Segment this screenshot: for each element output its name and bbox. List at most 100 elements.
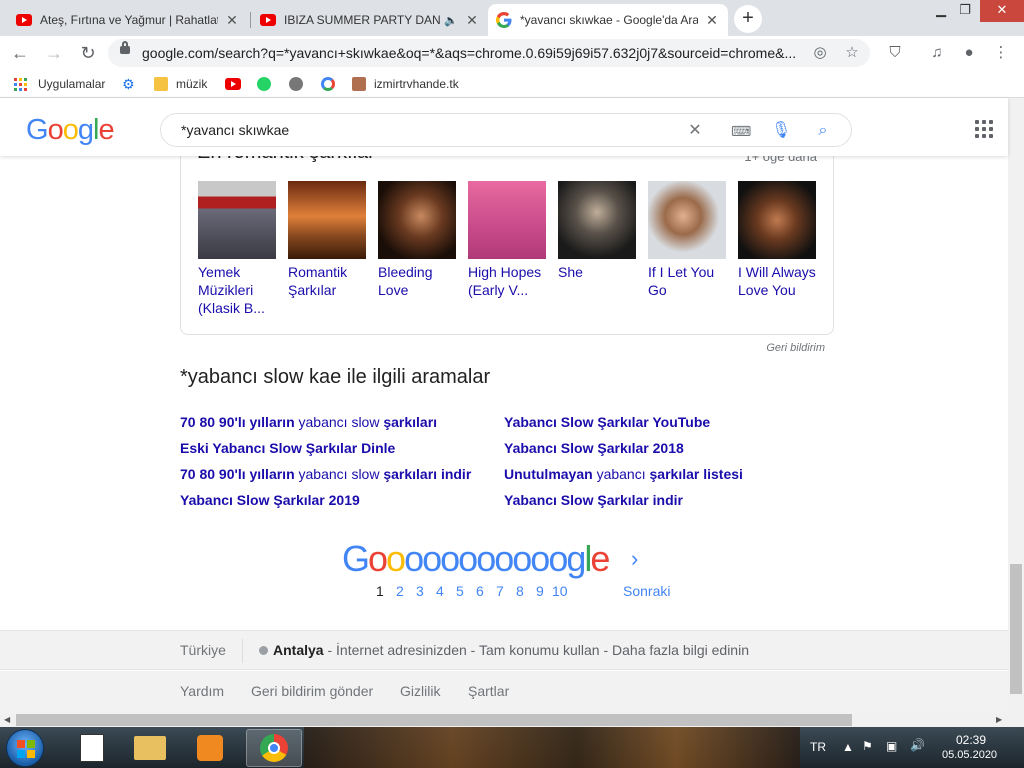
song-thumbnail[interactable] bbox=[468, 181, 546, 259]
footer-privacy-link[interactable]: Gizlilik bbox=[400, 683, 440, 699]
related-search-link[interactable]: Yabancı Slow Şarkılar 2018 bbox=[504, 440, 684, 456]
flag-icon[interactable]: ⚑ bbox=[862, 739, 873, 753]
related-search-link[interactable]: Yabancı Slow Şarkılar indir bbox=[504, 492, 683, 508]
bookmark-settings[interactable]: ⚙ bbox=[122, 76, 135, 92]
clear-icon[interactable]: ✕ bbox=[685, 121, 705, 141]
taskbar-media-player[interactable] bbox=[182, 729, 238, 767]
new-tab-button[interactable]: + bbox=[734, 5, 762, 33]
song-tile[interactable]: If I Let You Go bbox=[648, 181, 726, 299]
page-4[interactable]: 4 bbox=[436, 583, 444, 599]
page-10[interactable]: 10 bbox=[552, 583, 568, 599]
google-logo[interactable]: Google bbox=[26, 114, 115, 147]
search-input[interactable]: *yavancı skıwkae bbox=[181, 122, 289, 138]
song-title[interactable]: High Hopes (Early V... bbox=[468, 263, 546, 299]
speaker-icon[interactable]: 🔈 bbox=[444, 14, 458, 27]
next-page-link[interactable]: Sonraki bbox=[623, 583, 670, 599]
page-6[interactable]: 6 bbox=[476, 583, 484, 599]
related-search-link[interactable]: Eski Yabancı Slow Şarkılar Dinle bbox=[180, 440, 395, 456]
tab-1[interactable]: Ateş, Fırtına ve Yağmur | Rahatlat ✕ bbox=[8, 4, 248, 36]
related-search-link[interactable]: 70 80 90'lı yılların yabancı slow şarkıl… bbox=[180, 414, 437, 430]
address-bar[interactable]: google.com/search?q=*yavancı+skıwkae&oq=… bbox=[108, 39, 870, 67]
song-title[interactable]: She bbox=[558, 263, 636, 281]
maximize-button[interactable]: ❐ bbox=[950, 0, 980, 22]
footer-terms-link[interactable]: Şartlar bbox=[468, 683, 509, 699]
back-button[interactable]: ← bbox=[8, 41, 32, 65]
extension-icon[interactable]: ⛉ bbox=[884, 42, 906, 64]
song-thumbnail[interactable] bbox=[558, 181, 636, 259]
vertical-scroll-thumb[interactable] bbox=[1010, 564, 1022, 694]
song-thumbnail[interactable] bbox=[738, 181, 816, 259]
volume-icon[interactable]: 🔊 bbox=[910, 738, 925, 752]
song-thumbnail[interactable] bbox=[198, 181, 276, 259]
clock-time[interactable]: 02:39 bbox=[956, 733, 986, 747]
language-indicator[interactable]: TR bbox=[810, 740, 826, 754]
feedback-link[interactable]: Geri bildirim bbox=[766, 342, 825, 354]
close-icon[interactable]: ✕ bbox=[704, 12, 720, 29]
page-9[interactable]: 9 bbox=[536, 583, 544, 599]
url-text[interactable]: google.com/search?q=*yavancı+skıwkae&oq=… bbox=[142, 45, 802, 61]
start-button[interactable] bbox=[6, 729, 44, 767]
related-search-link[interactable]: 70 80 90'lı yılların yabancı slow şarkıl… bbox=[180, 466, 471, 482]
search-box[interactable]: *yavancı skıwkae ✕ ⌨ 🎙 ⌕ bbox=[160, 113, 852, 147]
google-apps-icon[interactable] bbox=[975, 120, 993, 138]
horizontal-scrollbar[interactable]: ◀ ▶ bbox=[0, 713, 1024, 727]
bookmark-whatsapp[interactable] bbox=[257, 76, 279, 92]
page-8[interactable]: 8 bbox=[516, 583, 524, 599]
vertical-scrollbar[interactable] bbox=[1008, 98, 1024, 713]
window-close-button[interactable]: ✕ bbox=[980, 0, 1024, 22]
page-2[interactable]: 2 bbox=[396, 583, 404, 599]
search-icon[interactable]: ⌕ bbox=[813, 121, 833, 141]
media-control-icon[interactable]: ♫ bbox=[926, 42, 948, 64]
song-title[interactable]: Romantik Şarkılar bbox=[288, 263, 366, 299]
close-icon[interactable]: ✕ bbox=[464, 12, 480, 29]
song-tile[interactable]: Yemek Müzikleri (Klasik B... bbox=[198, 181, 276, 317]
location-links[interactable]: - İnternet adresinizden - Tam konumu kul… bbox=[324, 642, 749, 658]
page-5[interactable]: 5 bbox=[456, 583, 464, 599]
song-tile[interactable]: Romantik Şarkılar bbox=[288, 181, 366, 299]
location-icon[interactable]: ◎ bbox=[810, 43, 830, 63]
taskbar-notepad[interactable] bbox=[64, 729, 120, 767]
related-search-link[interactable]: Unutulmayan yabancı şarkılar listesi bbox=[504, 466, 743, 482]
tab-2[interactable]: IBIZA SUMMER PARTY DANC 🔈 ✕ bbox=[252, 4, 488, 36]
song-tile[interactable]: I Will Always Love You bbox=[738, 181, 816, 299]
reload-button[interactable]: ↻ bbox=[76, 41, 100, 65]
song-title[interactable]: Bleeding Love bbox=[378, 263, 456, 299]
bookmark-muzik[interactable]: müzik bbox=[154, 76, 207, 92]
scroll-right-icon[interactable]: ▶ bbox=[996, 715, 1002, 724]
scroll-left-icon[interactable]: ◀ bbox=[4, 715, 10, 724]
forward-button[interactable]: → bbox=[42, 41, 66, 65]
bookmark-apps[interactable]: Uygulamalar bbox=[14, 76, 105, 92]
taskbar-explorer[interactable] bbox=[122, 729, 178, 767]
show-hidden-icons-icon[interactable]: ▲ bbox=[842, 740, 854, 754]
footer-feedback-link[interactable]: Geri bildirim gönder bbox=[251, 683, 373, 699]
song-tile[interactable]: She bbox=[558, 181, 636, 281]
horizontal-scroll-thumb[interactable] bbox=[16, 714, 852, 726]
song-thumbnail[interactable] bbox=[648, 181, 726, 259]
microphone-icon[interactable]: 🎙 bbox=[771, 121, 791, 141]
profile-icon[interactable]: ● bbox=[958, 42, 980, 64]
tab-3[interactable]: *yavancı skıwkae - Google'da Ara ✕ bbox=[488, 4, 728, 36]
lock-icon[interactable] bbox=[120, 41, 130, 54]
page-3[interactable]: 3 bbox=[416, 583, 424, 599]
page-7[interactable]: 7 bbox=[496, 583, 504, 599]
menu-icon[interactable]: ⋮ bbox=[990, 42, 1012, 64]
bookmark-star-icon[interactable]: ☆ bbox=[842, 43, 862, 63]
bookmark-globe[interactable] bbox=[289, 76, 311, 92]
network-icon[interactable]: ▣ bbox=[886, 739, 897, 753]
song-thumbnail[interactable] bbox=[378, 181, 456, 259]
taskbar-chrome[interactable] bbox=[246, 729, 302, 767]
bookmark-google[interactable] bbox=[321, 76, 343, 92]
chevron-right-icon[interactable]: › bbox=[631, 546, 638, 572]
song-title[interactable]: Yemek Müzikleri (Klasik B... bbox=[198, 263, 276, 317]
song-title[interactable]: If I Let You Go bbox=[648, 263, 726, 299]
bookmark-youtube[interactable] bbox=[225, 76, 241, 92]
footer-help-link[interactable]: Yardım bbox=[180, 683, 224, 699]
more-items-link[interactable]: 1+ öğe daha bbox=[744, 156, 817, 164]
close-icon[interactable]: ✕ bbox=[224, 12, 240, 29]
related-search-link[interactable]: Yabancı Slow Şarkılar 2019 bbox=[180, 492, 360, 508]
song-thumbnail[interactable] bbox=[288, 181, 366, 259]
bookmark-izmir[interactable]: izmirtrvhande.tk bbox=[352, 76, 459, 92]
song-title[interactable]: I Will Always Love You bbox=[738, 263, 816, 299]
keyboard-icon[interactable]: ⌨ bbox=[731, 121, 751, 141]
related-search-link[interactable]: Yabancı Slow Şarkılar YouTube bbox=[504, 414, 710, 430]
